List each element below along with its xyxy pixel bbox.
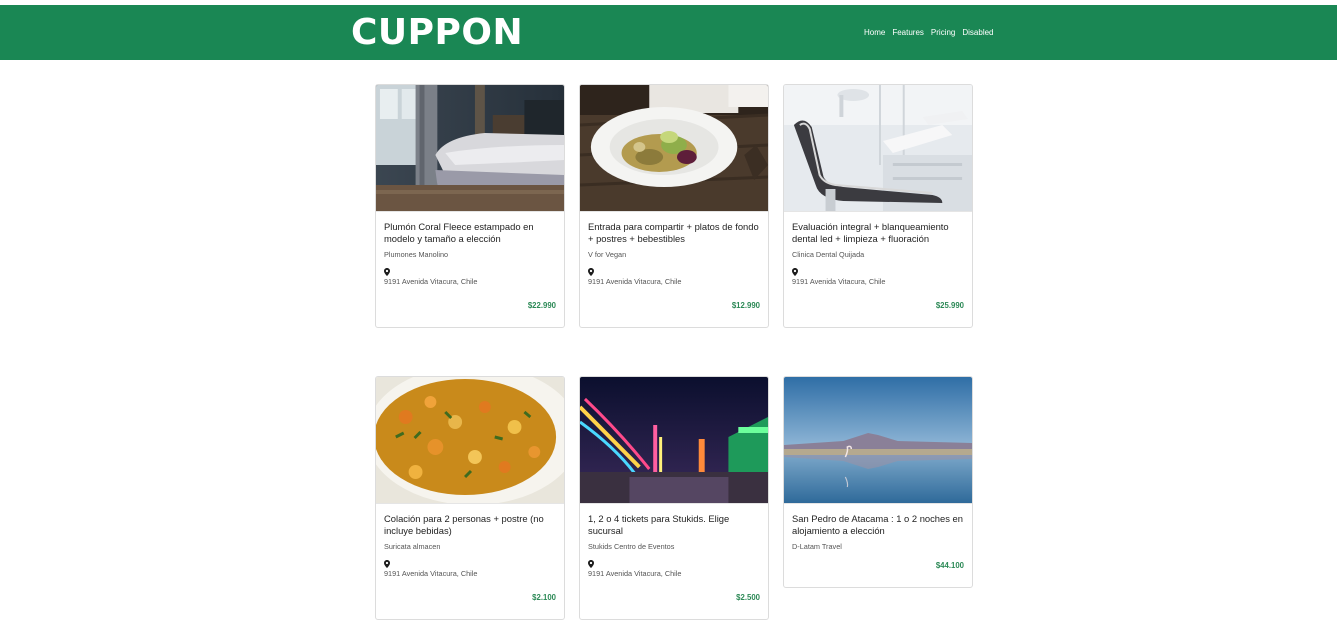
deal-price: $2.100 bbox=[532, 593, 556, 602]
deal-address: 9191 Avenida Vitacura, Chile bbox=[792, 277, 886, 286]
navbar: CUPPON Home Features Pricing Disabled bbox=[0, 5, 1337, 60]
deal-title: Evaluación integral + blanqueamiento den… bbox=[792, 221, 949, 244]
nav-disabled-link: Disabled bbox=[962, 28, 994, 37]
nav-links: Home Features Pricing Disabled bbox=[864, 28, 994, 38]
deal-card[interactable]: San Pedro de Atacama : 1 o 2 noches en a… bbox=[783, 376, 973, 588]
deal-title: Colación para 2 personas + postre (no in… bbox=[384, 513, 544, 536]
map-pin-icon bbox=[384, 268, 390, 276]
deal-image bbox=[376, 85, 564, 212]
deal-card[interactable]: Plumón Coral Fleece estampado en modelo … bbox=[375, 84, 565, 328]
deal-price: $12.990 bbox=[731, 301, 760, 310]
deal-image bbox=[580, 377, 768, 504]
brand-logo[interactable]: CUPPON bbox=[351, 13, 523, 53]
deal-vendor: Plumones Manolino bbox=[384, 250, 449, 259]
nav-features-link[interactable]: Features bbox=[892, 28, 924, 38]
deal-image bbox=[580, 85, 768, 212]
deal-price: $25.990 bbox=[935, 301, 964, 310]
deal-card[interactable]: 1, 2 o 4 tickets para Stukids. Elige suc… bbox=[579, 376, 769, 620]
deal-address: 9191 Avenida Vitacura, Chile bbox=[384, 569, 478, 578]
deal-card[interactable]: Colación para 2 personas + postre (no in… bbox=[375, 376, 565, 620]
deal-address: 9191 Avenida Vitacura, Chile bbox=[588, 569, 682, 578]
deal-image bbox=[376, 377, 564, 504]
map-pin-icon bbox=[588, 268, 594, 276]
deal-image bbox=[784, 85, 972, 212]
deal-card[interactable]: Entrada para compartir + platos de fondo… bbox=[579, 84, 769, 328]
map-pin-icon bbox=[384, 560, 390, 568]
deal-address: 9191 Avenida Vitacura, Chile bbox=[588, 277, 682, 286]
deal-vendor: Stukids Centro de Eventos bbox=[588, 542, 675, 551]
deal-vendor: V for Vegan bbox=[588, 250, 627, 259]
nav-home-link[interactable]: Home bbox=[864, 28, 885, 38]
map-pin-icon bbox=[792, 268, 798, 276]
deal-title: 1, 2 o 4 tickets para Stukids. Elige suc… bbox=[588, 513, 730, 536]
deal-image bbox=[784, 377, 972, 504]
nav-pricing-link[interactable]: Pricing bbox=[931, 28, 955, 38]
deal-vendor: D-Latam Travel bbox=[792, 542, 842, 551]
deal-card[interactable]: Evaluación integral + blanqueamiento den… bbox=[783, 84, 973, 328]
deal-price: $2.500 bbox=[736, 593, 760, 602]
deal-title: Plumón Coral Fleece estampado en modelo … bbox=[384, 221, 534, 244]
deal-price: $22.990 bbox=[527, 301, 556, 310]
map-pin-icon bbox=[588, 560, 594, 568]
deal-address: 9191 Avenida Vitacura, Chile bbox=[384, 277, 478, 286]
deal-vendor: Clinica Dental Quijada bbox=[792, 250, 865, 259]
deal-title: San Pedro de Atacama : 1 o 2 noches en a… bbox=[792, 513, 963, 536]
deal-vendor: Suricata almacen bbox=[384, 542, 441, 551]
deal-title: Entrada para compartir + platos de fondo… bbox=[588, 221, 759, 244]
deal-price: $44.100 bbox=[935, 561, 964, 570]
